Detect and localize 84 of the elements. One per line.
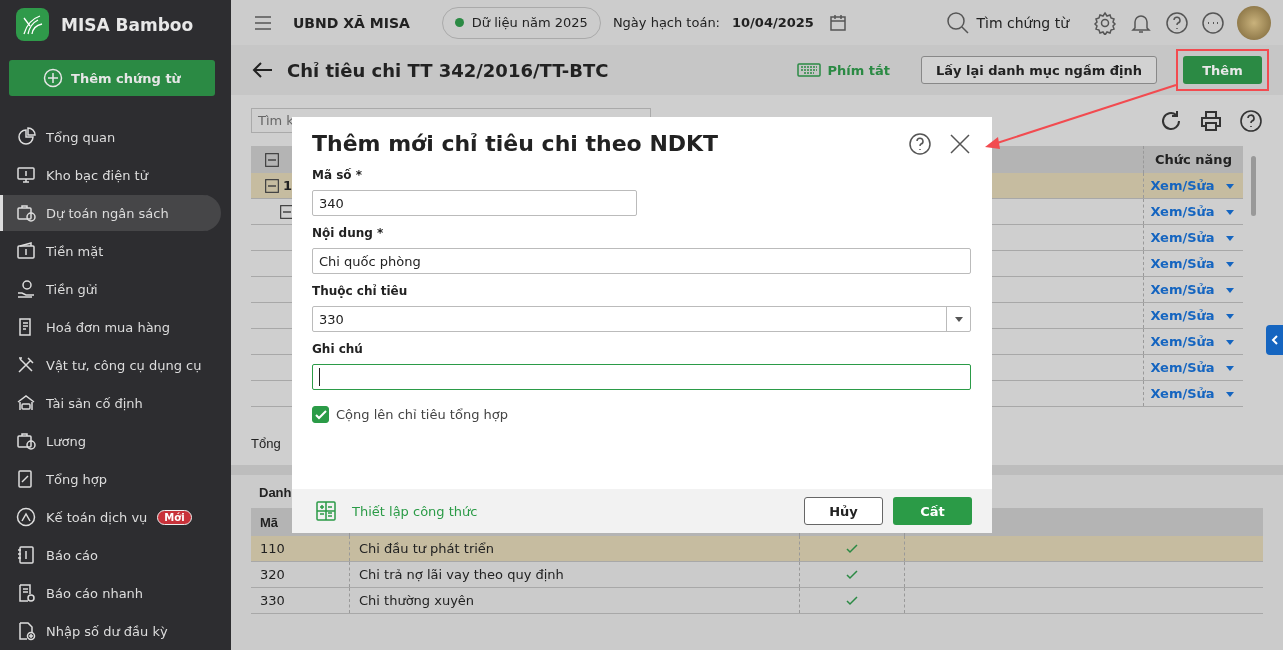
- collapse-panel-tab[interactable]: [1266, 325, 1283, 355]
- sidebar-item[interactable]: Kế toán dịch vụ Mới: [0, 499, 221, 535]
- date-label: Ngày hạch toán:: [612, 15, 720, 30]
- sidebar-item[interactable]: Tài sản cố định: [0, 385, 221, 421]
- circle-logo-icon: [16, 507, 36, 527]
- app-name: MISA Bamboo: [61, 14, 194, 35]
- add-button[interactable]: Thêm: [1183, 56, 1262, 84]
- input-field[interactable]: Chi quốc phòng: [312, 248, 971, 274]
- close-icon[interactable]: [948, 131, 972, 156]
- sidebar-item[interactable]: Báo cáo: [0, 537, 221, 573]
- sidebar-item[interactable]: Báo cáo nhanh: [0, 575, 221, 611]
- collapse-icon[interactable]: [280, 204, 294, 219]
- more-icon[interactable]: [1201, 10, 1225, 35]
- view-edit-link[interactable]: Xem/Sửa: [1150, 334, 1215, 349]
- sidebar-item[interactable]: Tổng hợp: [0, 461, 221, 497]
- field-label: Nội dung *: [312, 226, 385, 240]
- view-edit-link[interactable]: Xem/Sửa: [1150, 386, 1215, 401]
- dollar-document-icon: [16, 545, 36, 565]
- input-field[interactable]: 340: [312, 190, 637, 216]
- view-edit-link[interactable]: Xem/Sửa: [1150, 282, 1215, 297]
- field-label: Mã số *: [312, 168, 364, 182]
- organization-name: UBND XÃ MISA: [293, 14, 410, 31]
- collapse-icon[interactable]: [265, 178, 279, 193]
- checkbox-label: Cộng lên chỉ tiêu tổng hợp: [336, 407, 508, 422]
- tools-icon: [16, 355, 36, 375]
- view-edit-link[interactable]: Xem/Sửa: [1150, 256, 1215, 271]
- sidebar-item[interactable]: Vật tư, công cụ dụng cụ: [0, 347, 221, 383]
- plus-circle-icon: [43, 68, 64, 88]
- panel-title: Danh: [259, 485, 293, 500]
- sidebar-item[interactable]: Nhập số dư đầu kỳ: [0, 613, 221, 649]
- dialog-title: Thêm mới chỉ tiêu chi theo NDKT: [312, 131, 720, 156]
- checkbox[interactable]: [312, 406, 329, 423]
- date-value[interactable]: 10/04/2025: [732, 15, 814, 30]
- sidebar-item[interactable]: Tiền mặt: [0, 233, 221, 269]
- hand-coin-icon: [16, 279, 36, 299]
- input-field[interactable]: [312, 364, 971, 390]
- sidebar-item[interactable]: Lương: [0, 423, 221, 459]
- monitor-icon: [16, 165, 36, 185]
- calculator-icon[interactable]: [314, 499, 338, 523]
- wallet-icon: [16, 241, 36, 261]
- table-cell: 320: [251, 562, 350, 587]
- table-cell: 330: [251, 588, 350, 613]
- table-cell: Chi đầu tư phát triển: [350, 536, 800, 561]
- dropdown-field[interactable]: 330: [312, 306, 971, 332]
- table-cell: 110: [251, 536, 350, 561]
- help-icon[interactable]: [908, 131, 932, 156]
- view-edit-link[interactable]: Xem/Sửa: [1150, 360, 1215, 375]
- help-icon[interactable]: [1165, 10, 1189, 35]
- view-edit-link[interactable]: Xem/Sửa: [1150, 204, 1215, 219]
- sidebar-item[interactable]: Kho bạc điện tử: [0, 157, 221, 193]
- voucher-search[interactable]: Tìm chứng từ: [946, 10, 1069, 35]
- check-icon: [313, 407, 328, 422]
- garage-icon: [16, 393, 36, 413]
- settings-icon[interactable]: [1093, 10, 1117, 35]
- search-icon: [946, 10, 971, 35]
- view-edit-link[interactable]: Xem/Sửa: [1150, 308, 1215, 323]
- cancel-button[interactable]: Hủy: [804, 497, 883, 525]
- save-button[interactable]: Cất: [893, 497, 972, 525]
- logo-icon: [16, 8, 49, 41]
- collapse-icon[interactable]: [265, 152, 279, 167]
- print-icon[interactable]: [1199, 108, 1223, 133]
- sidebar-item[interactable]: Tổng quan: [0, 119, 221, 155]
- document-plus-icon: [16, 621, 36, 641]
- table-cell: Chi trả nợ lãi vay theo quy định: [350, 562, 800, 587]
- view-edit-link[interactable]: Xem/Sửa: [1150, 230, 1215, 245]
- table-cell: Chi thường xuyên: [350, 588, 800, 613]
- help-icon[interactable]: [1239, 108, 1263, 133]
- refresh-icon[interactable]: [1159, 108, 1183, 133]
- sidebar-item[interactable]: Hoá đơn mua hàng: [0, 309, 221, 345]
- sidebar-item[interactable]: Tiền gửi: [0, 271, 221, 307]
- page-title: Chỉ tiêu chi TT 342/2016/TT-BTC: [287, 59, 609, 81]
- briefcase-coin-icon: [16, 203, 36, 223]
- new-badge: Mới: [157, 509, 192, 525]
- sidebar-item[interactable]: Dự toán ngân sách: [0, 195, 221, 231]
- total-label: Tổng: [251, 436, 282, 451]
- field-label: Ghi chú: [312, 342, 364, 356]
- user-avatar[interactable]: [1237, 5, 1271, 40]
- scrollbar-thumb[interactable]: [1251, 156, 1256, 216]
- briefcase-icon: [16, 431, 36, 451]
- pie-chart-icon: [16, 127, 36, 147]
- table-cell: 1: [283, 178, 293, 193]
- field-label: Thuộc chỉ tiêu: [312, 284, 409, 298]
- document-refresh-icon: [16, 583, 36, 603]
- reset-defaults-button[interactable]: Lấy lại danh mục ngầm định: [920, 56, 1157, 84]
